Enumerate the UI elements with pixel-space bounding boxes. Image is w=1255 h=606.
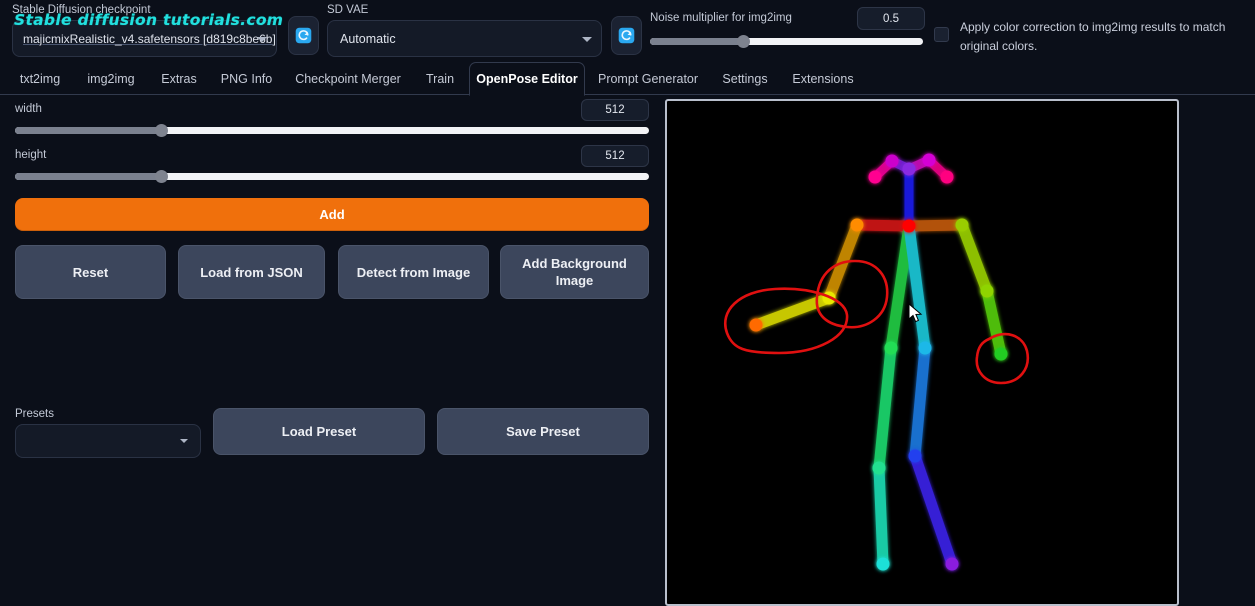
refresh-vae-button[interactable]	[611, 16, 642, 55]
vae-value: Automatic	[340, 31, 396, 46]
noise-multiplier-slider[interactable]	[650, 35, 923, 48]
vae-select[interactable]: Automatic	[327, 20, 602, 57]
limb-right-knee-to-right-ankle	[909, 450, 958, 570]
tab-extensions[interactable]: Extensions	[784, 62, 862, 95]
tab-train[interactable]: Train	[420, 62, 460, 95]
limb-left-hip-to-left-knee	[873, 342, 897, 474]
limb-left-knee-to-left-ankle	[873, 462, 889, 570]
tab-prompt-generator[interactable]: Prompt Generator	[590, 62, 706, 95]
keypoint-right-elbow[interactable]	[980, 284, 994, 298]
reset-button[interactable]: Reset	[15, 245, 166, 299]
slider-fill	[15, 173, 161, 180]
keypoint-right-hip[interactable]	[918, 341, 932, 355]
keypoint-right-knee[interactable]	[908, 449, 922, 463]
slider-fill	[650, 38, 743, 45]
width-value-input[interactable]: 512	[581, 99, 649, 121]
noise-multiplier-value-input[interactable]: 0.5	[857, 7, 925, 30]
tab-checkpoint-merger[interactable]: Checkpoint Merger	[288, 62, 408, 95]
height-value-input[interactable]: 512	[581, 145, 649, 167]
color-correction-checkbox[interactable]	[934, 27, 949, 42]
keypoint-right-shoulder[interactable]	[955, 218, 969, 232]
width-slider[interactable]	[15, 124, 649, 137]
slider-fill	[15, 127, 161, 134]
refresh-checkpoint-button[interactable]	[288, 16, 319, 55]
presets-select[interactable]	[15, 424, 201, 458]
keypoint-nose[interactable]	[902, 162, 916, 176]
load-preset-button[interactable]: Load Preset	[213, 408, 425, 455]
load-from-json-button[interactable]: Load from JSON	[178, 245, 325, 299]
checkpoint-label: Stable Diffusion checkpoint	[12, 4, 151, 16]
keypoint-left-hip[interactable]	[884, 341, 898, 355]
keypoint-left-eye[interactable]	[885, 154, 899, 168]
tab-img2img[interactable]: img2img	[80, 62, 142, 95]
tab-png-info[interactable]: PNG Info	[215, 62, 278, 95]
limb-right-elbow-to-right-wrist	[981, 285, 1007, 360]
vae-group: SD VAE Automatic	[327, 4, 602, 57]
top-bar: Stable Diffusion checkpoint majicmixReal…	[0, 0, 1255, 62]
keypoint-right-eye[interactable]	[922, 153, 936, 167]
tab-extras[interactable]: Extras	[155, 62, 203, 95]
limb-right-shoulder-to-right-elbow	[956, 219, 993, 297]
limb-neck-to-right-shoulder	[903, 219, 968, 232]
limb-neck-to-left-shoulder	[851, 219, 915, 232]
keypoint-left-ear[interactable]	[868, 170, 882, 184]
color-correction-label: Apply color correction to img2img result…	[960, 20, 1226, 53]
keypoint-right-ear[interactable]	[940, 170, 954, 184]
add-button[interactable]: Add	[15, 198, 649, 231]
checkpoint-value: majicmixRealistic_v4.safetensors [d819c8…	[23, 31, 276, 46]
height-slider[interactable]	[15, 170, 649, 183]
keypoint-left-knee[interactable]	[872, 461, 886, 475]
keypoint-right-ankle[interactable]	[945, 557, 959, 571]
keypoint-neck[interactable]	[902, 219, 916, 233]
limb-right-hip-to-right-knee	[909, 342, 931, 462]
chevron-down-icon	[582, 36, 592, 42]
noise-multiplier-label: Noise multiplier for img2img	[650, 12, 792, 24]
limb-neck-to-right-hip	[903, 220, 931, 354]
tab-settings[interactable]: Settings	[716, 62, 774, 95]
keypoint-right-wrist[interactable]	[994, 347, 1008, 361]
height-label: height	[15, 149, 47, 161]
chevron-down-icon	[180, 439, 188, 443]
pose-skeleton	[724, 153, 1030, 571]
presets-label: Presets	[15, 408, 54, 420]
checkpoint-group: Stable Diffusion checkpoint majicmixReal…	[12, 4, 277, 57]
save-preset-button[interactable]: Save Preset	[437, 408, 649, 455]
refresh-icon	[295, 27, 312, 44]
keypoint-left-wrist[interactable]	[749, 318, 763, 332]
slider-knob[interactable]	[154, 124, 168, 137]
width-label: width	[15, 103, 42, 115]
slider-knob[interactable]	[736, 35, 750, 48]
tab-txt2img[interactable]: txt2img	[12, 62, 68, 95]
refresh-icon	[618, 27, 635, 44]
slider-knob[interactable]	[154, 170, 168, 183]
vae-label: SD VAE	[327, 4, 369, 16]
openpose-editor-panel: width 512 height 512 Add Reset Load from …	[0, 95, 660, 606]
openpose-canvas[interactable]	[665, 99, 1179, 606]
detect-from-image-button[interactable]: Detect from Image	[338, 245, 489, 299]
tab-bar: txt2img img2img Extras PNG Info Checkpoint M…	[0, 62, 1255, 96]
add-background-image-button[interactable]: Add Background Image	[500, 245, 649, 299]
checkpoint-select[interactable]: majicmixRealistic_v4.safetensors [d819c8…	[12, 20, 277, 57]
chevron-down-icon	[257, 36, 267, 42]
tab-openpose-editor[interactable]: OpenPose Editor	[469, 62, 585, 96]
keypoint-left-shoulder[interactable]	[850, 218, 864, 232]
keypoint-left-ankle[interactable]	[876, 557, 890, 571]
